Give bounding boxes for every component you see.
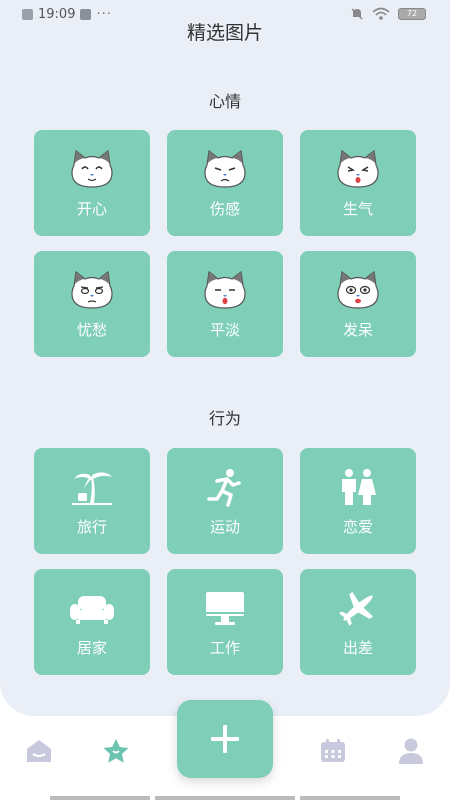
- mood-label-worried: 忧愁: [76, 321, 107, 339]
- mood-card-angry[interactable]: 生气: [300, 130, 416, 236]
- mood-label-angry: 生气: [342, 200, 373, 218]
- behavior-card-business-trip[interactable]: 出差: [300, 569, 416, 675]
- behavior-label-work: 工作: [209, 639, 240, 657]
- mood-label-calm: 平淡: [209, 321, 240, 339]
- gesture-bar-right: [300, 796, 400, 800]
- star-tab[interactable]: [101, 736, 131, 766]
- cat-happy-icon: [71, 150, 113, 188]
- running-icon: [207, 469, 241, 507]
- calendar-tab-icon: [321, 739, 345, 762]
- behavior-card-sport[interactable]: 运动: [167, 448, 283, 554]
- behavior-card-love[interactable]: 恋爱: [300, 448, 416, 554]
- behavior-label-travel: 旅行: [76, 518, 107, 536]
- monitor-icon: [206, 592, 244, 625]
- mood-section-title: 心情: [208, 92, 241, 111]
- cat-calm-icon: [204, 271, 246, 309]
- couple-icon: [342, 469, 376, 505]
- palm-tree-icon: [72, 472, 112, 505]
- mood-card-happy[interactable]: 开心: [34, 130, 150, 236]
- mood-card-sad[interactable]: 伤感: [167, 130, 283, 236]
- cat-sad-icon: [204, 150, 246, 188]
- home-tab[interactable]: [24, 736, 54, 766]
- star-tab-icon: [103, 739, 129, 763]
- mood-label-daze: 发呆: [342, 321, 373, 339]
- gesture-bar-left: [50, 796, 150, 800]
- home-tab-icon: [27, 740, 51, 762]
- add-icon: [211, 725, 239, 753]
- behavior-card-travel[interactable]: 旅行: [34, 448, 150, 554]
- add-button[interactable]: [177, 700, 273, 778]
- mood-card-daze[interactable]: 发呆: [300, 251, 416, 357]
- behavior-card-home[interactable]: 居家: [34, 569, 150, 675]
- mood-card-calm[interactable]: 平淡: [167, 251, 283, 357]
- cat-worried-icon: [71, 271, 113, 309]
- page-title: 精选图片: [186, 22, 263, 44]
- sofa-icon: [70, 596, 114, 624]
- behavior-label-sport: 运动: [209, 518, 240, 536]
- mood-label-happy: 开心: [76, 200, 107, 218]
- behavior-label-business-trip: 出差: [342, 639, 373, 657]
- behavior-card-work[interactable]: 工作: [167, 569, 283, 675]
- calendar-tab[interactable]: [318, 736, 348, 766]
- cat-angry-icon: [337, 150, 379, 188]
- behavior-label-home: 居家: [76, 639, 107, 657]
- profile-tab[interactable]: [396, 736, 426, 766]
- behavior-label-love: 恋爱: [342, 518, 373, 536]
- profile-tab-icon: [399, 738, 423, 764]
- mood-label-sad: 伤感: [209, 200, 240, 218]
- behavior-section-title: 行为: [208, 409, 241, 428]
- cat-daze-icon: [337, 271, 379, 309]
- gesture-bar-center: [155, 796, 295, 800]
- mood-card-worried[interactable]: 忧愁: [34, 251, 150, 357]
- airplane-icon: [339, 591, 373, 626]
